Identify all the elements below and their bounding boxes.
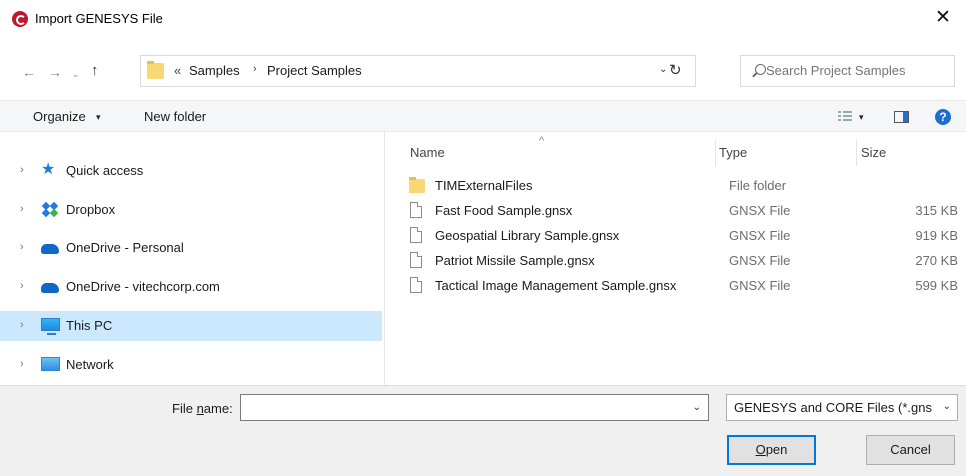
expand-chevron-icon[interactable]: › [20, 358, 24, 370]
nav-item-label: This PC [66, 318, 113, 333]
expand-chevron-icon[interactable]: › [20, 164, 24, 176]
filter-dropdown-icon[interactable]: ⌄ [940, 401, 951, 412]
file-type: File folder [729, 178, 787, 193]
expand-chevron-icon[interactable]: › [20, 241, 24, 253]
title-bar: Import GENESYS File ✕ [0, 0, 966, 38]
column-header-name[interactable]: Name [410, 145, 445, 160]
column-divider[interactable] [715, 140, 716, 166]
file-row[interactable]: Geospatial Library Sample.gnsx GNSX File… [405, 226, 960, 248]
up-button[interactable]: ↑ [91, 63, 99, 79]
file-type: GNSX File [729, 278, 791, 293]
nav-item-label: OneDrive - Personal [66, 240, 184, 255]
new-folder-button[interactable]: New folder [144, 109, 206, 124]
preview-pane-icon[interactable] [894, 111, 909, 123]
file-row[interactable]: Fast Food Sample.gnsx GNSX File 315 KB [405, 201, 960, 223]
genesys-app-icon [12, 11, 28, 27]
file-name: TIMExternalFiles [435, 178, 533, 193]
breadcrumb-separator-icon[interactable]: › [253, 63, 257, 75]
quick-access-star-icon: ★ [41, 161, 56, 178]
organize-button[interactable]: Organize [33, 109, 86, 124]
nav-item-label: Quick access [66, 163, 144, 178]
window-title: Import GENESYS File [35, 11, 163, 26]
file-type: GNSX File [729, 228, 791, 243]
expand-chevron-icon[interactable]: › [20, 203, 24, 215]
file-icon [410, 202, 422, 218]
this-pc-icon [41, 318, 60, 335]
column-divider[interactable] [856, 140, 857, 166]
file-icon [410, 252, 422, 268]
file-type-filter-value: GENESYS and CORE Files (*.gns [734, 400, 932, 415]
expand-chevron-icon[interactable]: › [20, 319, 24, 331]
sort-ascending-icon: ^ [539, 135, 545, 147]
nav-item-network[interactable]: › Network [0, 350, 382, 380]
file-size: 270 KB [915, 253, 958, 268]
file-row[interactable]: TIMExternalFiles File folder [405, 176, 960, 198]
file-name-field[interactable]: ⌄ [240, 394, 709, 421]
onedrive-cloud-icon [41, 279, 59, 294]
open-button[interactable]: Open [727, 435, 816, 465]
network-icon [41, 357, 60, 372]
search-input[interactable] [766, 63, 941, 78]
file-name: Geospatial Library Sample.gnsx [435, 228, 620, 243]
column-header-type[interactable]: Type [719, 145, 747, 160]
view-options-caret-icon[interactable]: ▾ [859, 112, 864, 123]
command-toolbar: Organize ▾ New folder ▾ ? [0, 100, 966, 132]
file-name-label: File name: [172, 401, 233, 416]
file-size: 919 KB [915, 228, 958, 243]
file-type: GNSX File [729, 203, 791, 218]
dropbox-icon [41, 201, 59, 218]
back-button[interactable]: ← [22, 64, 36, 80]
nav-item-onedrive-vitechcorp[interactable]: › OneDrive - vitechcorp.com [0, 272, 382, 302]
address-bar[interactable]: « Samples › Project Samples ⌄ [140, 55, 696, 87]
nav-item-this-pc[interactable]: › This PC [0, 311, 382, 341]
file-size: 599 KB [915, 278, 958, 293]
help-icon[interactable]: ? [935, 109, 951, 125]
file-type-filter-select[interactable]: GENESYS and CORE Files (*.gns ⌄ [726, 394, 958, 421]
organize-caret-icon[interactable]: ▾ [96, 112, 101, 123]
folder-icon [147, 61, 164, 79]
file-name-dropdown-icon[interactable]: ⌄ [693, 402, 701, 413]
file-name: Patriot Missile Sample.gnsx [435, 253, 595, 268]
nav-item-quick-access[interactable]: › ★ Quick access [0, 156, 382, 186]
breadcrumb-overflow[interactable]: « [174, 63, 181, 78]
address-dropdown-icon[interactable]: ⌄ [659, 64, 667, 75]
folder-icon [409, 177, 425, 193]
nav-item-label: Network [66, 357, 114, 372]
dialog-footer: File name: ⌄ GENESYS and CORE Files (*.g… [0, 385, 966, 476]
breadcrumb-project-samples[interactable]: Project Samples [267, 63, 362, 78]
recent-locations-chevron-icon[interactable]: ⌄ [72, 66, 80, 82]
file-row[interactable]: Tactical Image Management Sample.gnsx GN… [405, 276, 960, 298]
file-type: GNSX File [729, 253, 791, 268]
nav-item-dropbox[interactable]: › Dropbox [0, 195, 382, 225]
nav-item-label: OneDrive - vitechcorp.com [66, 279, 220, 294]
forward-button[interactable]: → [48, 64, 62, 80]
navigation-pane: › ★ Quick access › Dropbox › OneDrive - … [0, 132, 385, 385]
file-icon [410, 227, 422, 243]
nav-item-label: Dropbox [66, 202, 116, 217]
search-box[interactable] [740, 55, 955, 87]
file-list: ^ Name Type Size TIMExternalFiles File f… [386, 132, 966, 385]
file-icon [410, 277, 422, 293]
nav-item-onedrive-personal[interactable]: › OneDrive - Personal [0, 233, 382, 263]
column-header-size[interactable]: Size [861, 145, 886, 160]
view-options-icon[interactable] [838, 111, 852, 122]
breadcrumb-samples[interactable]: Samples [189, 63, 240, 78]
file-size: 315 KB [915, 203, 958, 218]
close-button[interactable]: ✕ [920, 0, 966, 38]
file-row[interactable]: Patriot Missile Sample.gnsx GNSX File 27… [405, 251, 960, 273]
cancel-button[interactable]: Cancel [866, 435, 955, 465]
search-icon [755, 64, 766, 75]
file-name: Tactical Image Management Sample.gnsx [435, 278, 677, 293]
refresh-button[interactable]: ↻ [669, 61, 682, 79]
onedrive-cloud-icon [41, 240, 59, 255]
expand-chevron-icon[interactable]: › [20, 280, 24, 292]
file-name: Fast Food Sample.gnsx [435, 203, 573, 218]
